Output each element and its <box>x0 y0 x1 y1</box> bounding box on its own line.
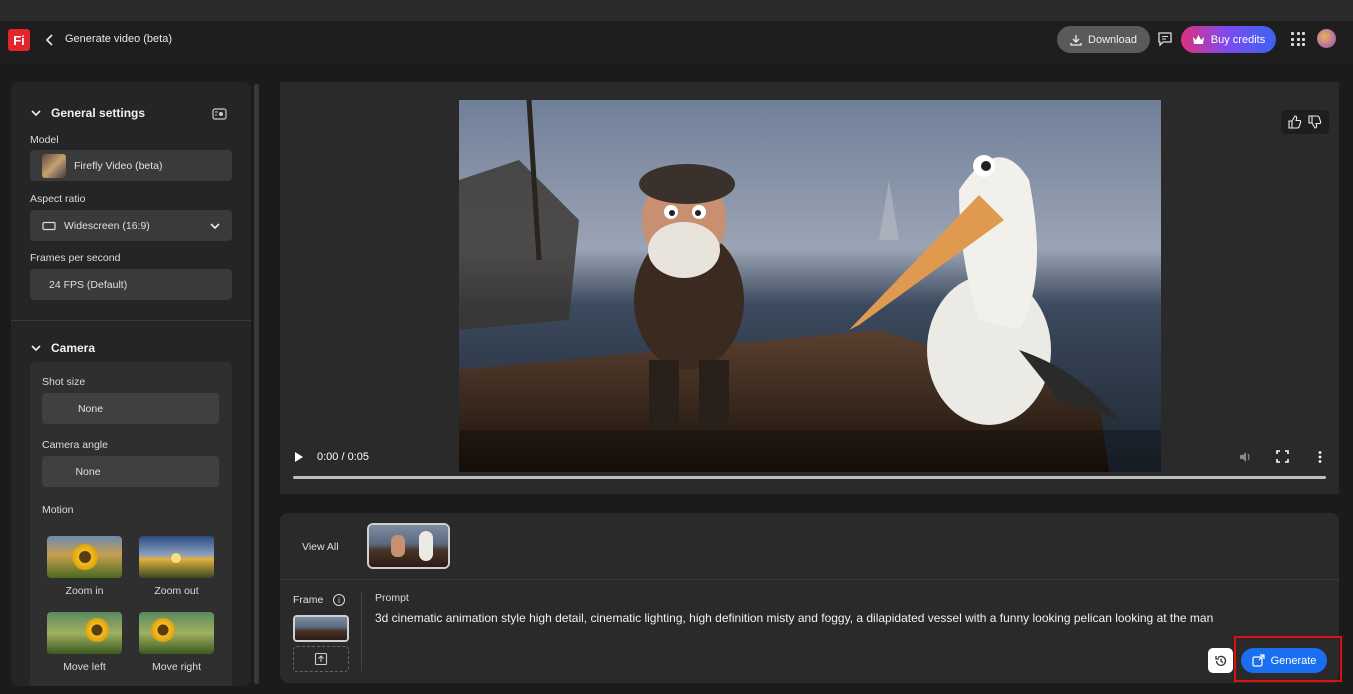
model-thumbnail <box>42 153 66 178</box>
panel-divider <box>280 579 1339 580</box>
view-all-link[interactable]: View All <box>302 541 339 553</box>
generate-highlight-box <box>1234 636 1342 682</box>
motion-move-left-thumbnail[interactable] <box>47 612 122 654</box>
chevron-down-icon <box>31 345 41 352</box>
generated-video[interactable] <box>459 100 1161 472</box>
aspect-ratio-label: Aspect ratio <box>30 193 86 205</box>
more-options-icon[interactable] <box>1316 450 1324 469</box>
widescreen-icon <box>42 221 56 230</box>
aspect-ratio-value: Widescreen (16:9) <box>64 219 150 232</box>
prompt-history-button[interactable] <box>1208 648 1233 673</box>
prompt-label: Prompt <box>375 592 409 604</box>
motion-zoom-in-label: Zoom in <box>65 585 104 597</box>
thumbs-up-icon[interactable] <box>1288 115 1302 129</box>
firefly-logo[interactable]: Fi <box>8 29 30 51</box>
camera-header[interactable]: Camera <box>31 341 95 355</box>
apps-grid-icon[interactable] <box>1291 32 1305 46</box>
section-divider <box>11 320 251 321</box>
info-icon[interactable]: i <box>333 594 345 606</box>
buy-credits-button[interactable]: Buy credits <box>1181 26 1276 53</box>
sidebar-scrollbar[interactable] <box>254 84 259 684</box>
upload-frame-button[interactable] <box>293 646 349 672</box>
chat-icon[interactable] <box>1157 31 1173 47</box>
volume-icon[interactable] <box>1238 450 1252 469</box>
thumbs-down-icon[interactable] <box>1308 115 1322 129</box>
motion-zoom-in-thumbnail[interactable] <box>47 536 122 578</box>
back-arrow-icon[interactable] <box>42 31 58 49</box>
frame-label: Frame <box>293 594 324 606</box>
time-display: 0:00 / 0:05 <box>317 451 369 463</box>
app-header: Fi Generate video (beta) Download Buy cr… <box>0 21 1353 63</box>
motion-move-left-label: Move left <box>63 661 106 673</box>
model-selector[interactable]: Firefly Video (beta) <box>30 150 232 181</box>
buy-credits-label: Buy credits <box>1210 33 1266 46</box>
shot-size-label: Shot size <box>42 376 86 388</box>
download-label: Download <box>1088 33 1137 46</box>
camera-settings-box: Shot size None Camera angle None Motion … <box>30 362 232 686</box>
chevron-down-icon <box>31 110 41 117</box>
page-title: Generate video (beta) <box>65 33 173 45</box>
motion-label: Motion <box>42 504 74 516</box>
model-value: Firefly Video (beta) <box>74 159 163 172</box>
model-label: Model <box>30 134 59 146</box>
motion-move-right-label: Move right <box>151 661 202 673</box>
fps-selector[interactable]: 24 FPS (Default) <box>30 269 232 300</box>
motion-zoom-out-label: Zoom out <box>154 585 199 597</box>
video-progress-bar[interactable] <box>293 476 1326 479</box>
selected-result-thumbnail[interactable] <box>367 523 450 569</box>
play-icon[interactable] <box>293 450 305 469</box>
browser-top-strip <box>0 0 1353 21</box>
general-settings-title: General settings <box>51 106 146 120</box>
prompt-input[interactable]: 3d cinematic animation style high detail… <box>375 611 1315 625</box>
settings-sidebar: General settings Model Firefly Video (be… <box>11 82 251 686</box>
upload-icon <box>314 652 328 666</box>
generation-panel: View All Frame i Prompt 3d cinematic ani… <box>280 513 1339 683</box>
motion-move-right-thumbnail[interactable] <box>139 612 214 654</box>
settings-preset-icon[interactable] <box>212 107 227 125</box>
camera-angle-selector[interactable]: None <box>42 456 219 487</box>
shot-size-selector[interactable]: None <box>42 393 219 424</box>
fps-value: 24 FPS (Default) <box>49 278 128 291</box>
aspect-ratio-dropdown[interactable]: Widescreen (16:9) <box>30 210 232 241</box>
fps-label: Frames per second <box>30 252 121 264</box>
history-icon <box>1214 655 1226 666</box>
motion-zoom-out-thumbnail[interactable] <box>139 536 214 578</box>
fullscreen-icon[interactable] <box>1276 450 1289 468</box>
user-avatar[interactable] <box>1317 29 1336 48</box>
camera-angle-label: Camera angle <box>42 439 108 451</box>
general-settings-header[interactable]: General settings <box>31 106 145 120</box>
frame-reference-thumbnail[interactable] <box>293 615 349 642</box>
camera-angle-value: None <box>75 465 101 478</box>
feedback-buttons <box>1281 110 1329 134</box>
download-icon <box>1070 34 1082 46</box>
chevron-down-icon <box>210 222 220 229</box>
crown-icon <box>1192 35 1204 44</box>
frame-prompt-separator <box>361 591 362 671</box>
shot-size-value: None <box>77 402 104 415</box>
camera-title: Camera <box>51 341 96 355</box>
download-button[interactable]: Download <box>1057 26 1150 53</box>
